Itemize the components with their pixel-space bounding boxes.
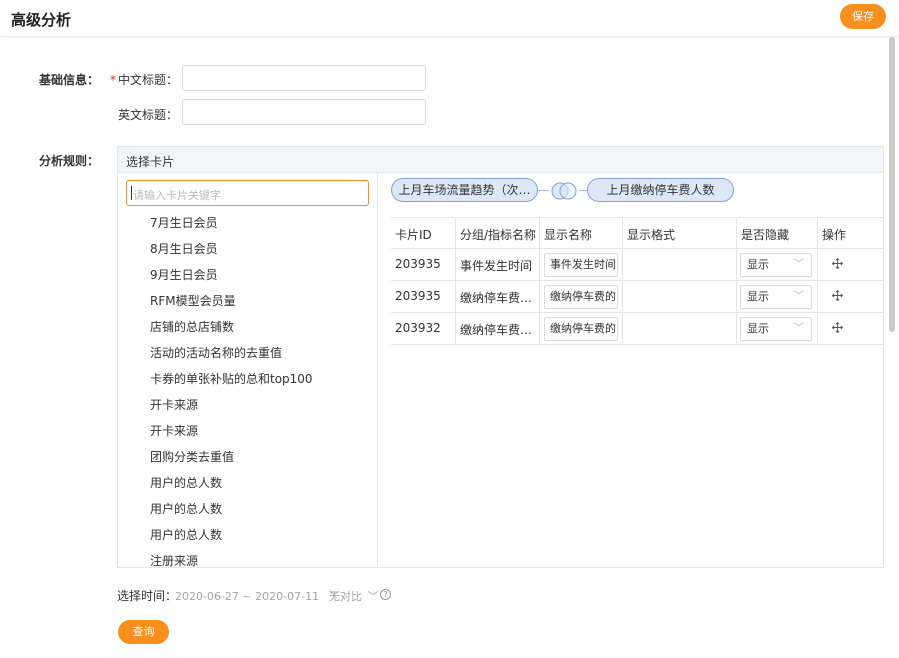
card-item[interactable]: 用户的总人数: [150, 474, 222, 491]
cell-hidden: 显示 ﹀: [736, 313, 817, 344]
rules-panel: 选择卡片 请输入卡片关键字 7月生日会员 8月生日会员 9月生日会员 RFM模型…: [117, 146, 884, 568]
cell-hidden: 显示 ﹀: [736, 249, 817, 280]
card-item[interactable]: 9月生日会员: [150, 266, 218, 283]
cell-format: [622, 249, 736, 280]
display-name-input[interactable]: 缴纳停车费的: [544, 317, 618, 341]
card-item[interactable]: 团购分类去重值: [150, 448, 234, 465]
card-item[interactable]: 注册来源: [150, 552, 198, 567]
cell-card-id: 203935: [395, 289, 441, 303]
header-cell: 显示格式: [622, 218, 736, 248]
cell-action: [817, 281, 884, 312]
chevron-down-icon: ﹀: [794, 259, 804, 270]
cell-hidden: 显示 ﹀: [736, 281, 817, 312]
cn-title-label-text: 中文标题：: [118, 73, 179, 87]
cell-card-id: 203935: [395, 257, 441, 271]
card-item[interactable]: 7月生日会员: [150, 214, 218, 231]
venn-icon[interactable]: [549, 181, 579, 201]
card-item[interactable]: 店铺的总店铺数: [150, 318, 234, 335]
card-item[interactable]: 用户的总人数: [150, 526, 222, 543]
cell-card-id: 203932: [395, 321, 441, 335]
cn-title-label: * 中文标题：: [110, 71, 178, 88]
cell-action: [817, 249, 884, 280]
en-title-label: 英文标题：: [118, 108, 179, 122]
connector-line: [579, 190, 587, 191]
cell-format: [622, 281, 736, 312]
move-icon[interactable]: [832, 258, 843, 269]
move-icon[interactable]: [832, 290, 843, 301]
card-item[interactable]: 用户的总人数: [150, 500, 222, 517]
time-label: 选择时间：: [117, 589, 178, 603]
hidden-select[interactable]: 显示 ﹀: [740, 285, 812, 309]
header-cell: 分组/指标名称: [455, 218, 539, 248]
card-list-pane: 请输入卡片关键字 7月生日会员 8月生日会员 9月生日会员 RFM模型会员量 店…: [118, 173, 378, 567]
table-header-row: 卡片ID 分组/指标名称 显示名称 显示格式 是否隐藏 操作: [391, 218, 884, 249]
card-item[interactable]: 卡券的单张补贴的总和top100: [150, 370, 313, 387]
cell-metric: 缴纳停车费…: [455, 313, 539, 344]
query-button[interactable]: 查询: [118, 620, 169, 644]
table-row: 203935 缴纳停车费… 缴纳停车费的 显示 ﹀: [391, 281, 884, 313]
selected-cards-pane: 上月车场流量趋势（次… 上月缴纳停车费人数 卡片ID 分组/指标名称 显示名称 …: [379, 173, 884, 567]
selected-card-left[interactable]: 上月车场流量趋势（次…: [391, 178, 538, 202]
card-item[interactable]: 活动的活动名称的去重值: [150, 344, 282, 361]
cell-format: [622, 313, 736, 344]
header-cell: 卡片ID: [395, 228, 432, 242]
page-title: 高级分析: [11, 11, 72, 29]
compare-select[interactable]: 无对比 ﹀: [329, 588, 379, 604]
card-search-placeholder: 请输入卡片关键字: [133, 189, 221, 202]
cell-display-name: 事件发生时间: [539, 249, 622, 280]
rules-label: 分析规则：: [39, 154, 100, 168]
chevron-down-icon: ﹀: [794, 323, 804, 334]
header-bar: 高级分析 保存: [0, 0, 899, 37]
header-cell: 显示名称: [539, 218, 622, 248]
page-scrollbar[interactable]: [889, 37, 895, 332]
selected-card-right[interactable]: 上月缴纳停车费人数: [587, 178, 734, 202]
card-item[interactable]: RFM模型会员量: [150, 292, 236, 309]
move-icon[interactable]: [832, 322, 843, 333]
table-row: 203935 事件发生时间 事件发生时间 显示 ﹀: [391, 249, 884, 281]
required-mark: *: [110, 73, 116, 87]
fields-table: 卡片ID 分组/指标名称 显示名称 显示格式 是否隐藏 操作 203935 事件…: [391, 217, 884, 345]
display-name-input[interactable]: 事件发生时间: [544, 253, 618, 277]
cell-display-name: 缴纳停车费的: [539, 313, 622, 344]
cell-metric: 事件发生时间: [455, 249, 539, 280]
cell-action: [817, 313, 884, 344]
cell-display-name: 缴纳停车费的: [539, 281, 622, 312]
date-range-value: 2020-06-27 ~ 2020-07-11: [175, 590, 320, 603]
card-item[interactable]: 开卡来源: [150, 422, 198, 439]
cell-metric: 缴纳停车费…: [455, 281, 539, 312]
display-name-input[interactable]: 缴纳停车费的: [544, 285, 618, 309]
card-item[interactable]: 8月生日会员: [150, 240, 218, 257]
en-title-input[interactable]: [182, 99, 426, 125]
connector-line: [538, 190, 549, 191]
card-item[interactable]: 开卡来源: [150, 396, 198, 413]
help-icon[interactable]: ?: [380, 589, 391, 600]
save-button[interactable]: 保存: [840, 4, 886, 29]
table-row: 203932 缴纳停车费… 缴纳停车费的 显示 ﹀: [391, 313, 884, 345]
rules-panel-header: 选择卡片: [118, 147, 883, 173]
header-cell: 是否隐藏: [736, 218, 817, 248]
hidden-select[interactable]: 显示 ﹀: [740, 317, 812, 341]
compare-value: 无对比: [329, 590, 362, 603]
card-search-input[interactable]: 请输入卡片关键字: [126, 180, 369, 206]
rules-panel-title: 选择卡片: [126, 155, 175, 169]
hidden-select[interactable]: 显示 ﹀: [740, 253, 812, 277]
chevron-down-icon: ﹀: [794, 291, 804, 302]
header-cell: 操作: [817, 218, 884, 248]
chevron-down-icon: ﹀: [367, 590, 379, 603]
cn-title-input[interactable]: [182, 65, 426, 91]
text-cursor: [131, 186, 132, 200]
basic-info-label: 基础信息：: [39, 73, 100, 87]
date-range-picker[interactable]: 2020-06-27 ~ 2020-07-11 ﹀: [175, 588, 340, 604]
